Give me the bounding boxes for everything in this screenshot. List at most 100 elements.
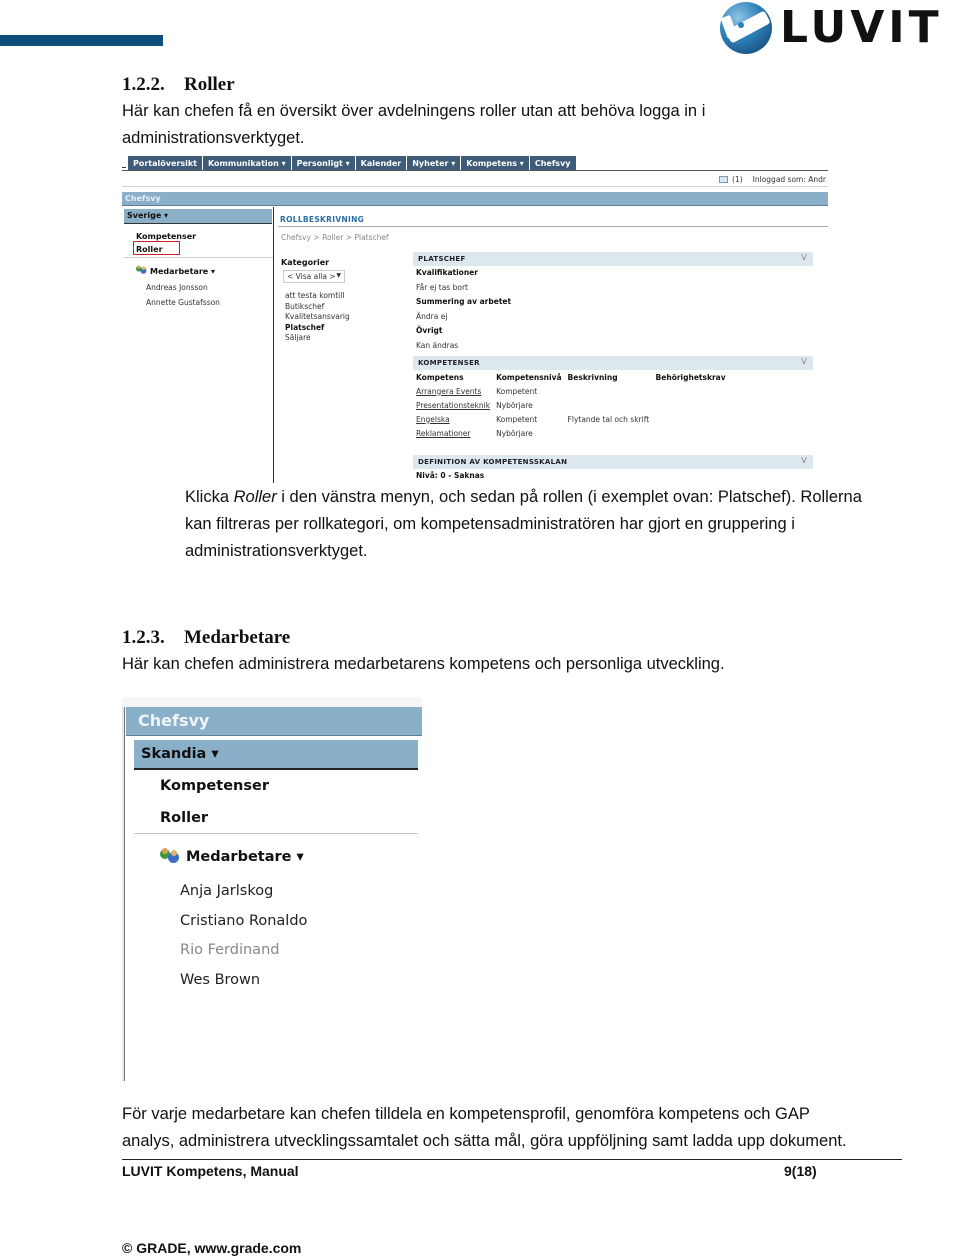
employee-link[interactable]: Andreas Jonsson: [146, 283, 208, 292]
breadcrumb: Chefsvy > Roller > Platschef: [281, 233, 389, 242]
rollbeskrivning-title: ROLLBESKRIVNING: [280, 215, 365, 224]
employees-label: Medarbetare ▾: [150, 266, 216, 276]
employee-link[interactable]: Anja Jarlskog: [180, 883, 273, 899]
employee-link[interactable]: Cristiano Ronaldo: [180, 913, 307, 929]
table-row: Arrangera Events Kompetent: [413, 384, 813, 398]
section-number: 1.2.3.: [122, 627, 165, 648]
chefsvy-header: Chefsvy: [122, 192, 828, 206]
role-item-active[interactable]: Platschef: [285, 323, 350, 334]
role-panel: PLATSCHEF V Kvalifikationer Får ej tas b…: [413, 252, 813, 353]
roller-intro-line1: Här kan chefen få en översikt över avdel…: [122, 102, 706, 120]
nav-tab-nyheter[interactable]: Nyheter ▾: [407, 156, 461, 171]
role-item[interactable]: Säljare: [285, 333, 350, 344]
menu-link-roller[interactable]: Roller: [136, 245, 163, 254]
field-label: Övrigt: [416, 326, 443, 335]
role-item[interactable]: Butikschef: [285, 302, 350, 313]
menu-link-kompetenser[interactable]: Kompetenser: [136, 232, 196, 241]
nav-tab-kalender[interactable]: Kalender: [355, 156, 407, 171]
collapse-icon[interactable]: V: [801, 357, 807, 366]
message-icon[interactable]: [719, 176, 729, 183]
employees-label: Medarbetare ▾: [186, 849, 304, 865]
requirement-cell: [653, 426, 813, 440]
menu-link-kompetenser[interactable]: Kompetenser: [160, 778, 269, 794]
description-cell: Flytande tal och skrift: [567, 414, 650, 424]
column-header: Kompetensnivå: [496, 372, 562, 382]
competence-link[interactable]: Arrangera Events: [416, 387, 481, 396]
section-title: Roller: [184, 74, 235, 95]
nav-tab-personligt[interactable]: Personligt ▾: [291, 156, 355, 171]
competence-link[interactable]: Presentationsteknik: [416, 401, 490, 410]
text: Klicka: [185, 488, 234, 506]
competence-panel: KOMPETENSER V Kompetens Kompetensnivå Be…: [413, 356, 813, 440]
level-cell: Nybörjare: [496, 428, 533, 438]
table-row: Engelska Kompetent Flytande tal och skri…: [413, 412, 813, 426]
column-header: Beskrivning: [567, 372, 618, 382]
table-row: Reklamationer Nybörjare: [413, 426, 813, 440]
nav-tab-chefsvy[interactable]: Chefsvy: [529, 156, 576, 171]
employees-dropdown[interactable]: Medarbetare ▾: [136, 265, 216, 276]
employees-dropdown[interactable]: Medarbetare ▾: [160, 848, 304, 865]
roller-instructions-line2: kan filtreras per rollkategori, om kompe…: [185, 515, 795, 533]
people-icon: [136, 265, 147, 274]
competence-panel-header[interactable]: KOMPETENSER V: [413, 356, 813, 370]
org-group-dropdown[interactable]: Sverige ▾: [124, 209, 272, 224]
message-count[interactable]: (1): [732, 175, 743, 184]
employee-link-inactive[interactable]: Rio Ferdinand: [180, 942, 279, 958]
field-value: Får ej tas bort: [416, 282, 468, 292]
role-panel-title: PLATSCHEF: [418, 255, 466, 263]
emphasis-roller: Roller: [233, 488, 277, 506]
level-cell: Kompetent: [496, 414, 538, 424]
requirement-cell: [653, 398, 813, 412]
menu-link-roller[interactable]: Roller: [160, 810, 208, 826]
description-cell: [565, 384, 653, 398]
collapse-icon[interactable]: V: [801, 253, 807, 262]
logo-text: LUVIT: [780, 2, 943, 53]
role-description-area: ROLLBESKRIVNING Chefsvy > Roller > Plats…: [275, 207, 828, 483]
level-cell: Kompetent: [496, 386, 538, 396]
header-accent-bar: [0, 35, 163, 46]
competence-link[interactable]: Engelska: [416, 415, 450, 424]
collapse-icon[interactable]: V: [801, 456, 807, 465]
role-panel-header[interactable]: PLATSCHEF V: [413, 252, 813, 266]
chevron-down-icon: ▼: [336, 272, 341, 279]
footer-doc-title: LUVIT Kompetens, Manual: [122, 1163, 299, 1179]
description-cell: [565, 426, 653, 440]
people-icon: [160, 848, 180, 865]
medarbetare-outro-line1: För varje medarbetare kan chefen tilldel…: [122, 1105, 810, 1123]
competence-table: Kompetens Kompetensnivå Beskrivning Behö…: [413, 370, 813, 440]
role-list: att testa komtill Butikschef Kvalitetsan…: [285, 291, 350, 344]
org-group-dropdown[interactable]: Skandia ▾: [134, 740, 418, 770]
role-item[interactable]: att testa komtill: [285, 291, 350, 302]
category-select[interactable]: < Visa alla > ▼: [283, 270, 345, 283]
nav-tab-kommunikation[interactable]: Kommunikation ▾: [203, 156, 291, 171]
scale-level: Nivå: 0 - Saknas: [416, 471, 485, 480]
employee-link[interactable]: Wes Brown: [180, 972, 260, 988]
requirement-cell: [653, 412, 813, 426]
competence-link[interactable]: Reklamationer: [416, 429, 470, 438]
category-select-value: < Visa alla >: [287, 272, 336, 281]
luvit-logo: LUVIT: [720, 2, 960, 54]
left-menu: Sverige ▾ Kompetenser Roller Medarbetare…: [122, 207, 274, 483]
categories-title: Kategorier: [281, 258, 330, 267]
section-title: Medarbetare: [184, 627, 291, 648]
column-header: Kompetens: [416, 372, 464, 382]
chefsvy-header: Chefsvy: [126, 707, 422, 736]
description-cell: [565, 398, 653, 412]
competence-panel-title: KOMPETENSER: [418, 359, 480, 367]
field-label: Summering av arbetet: [416, 297, 512, 306]
role-item[interactable]: Kvalitetsansvarig: [285, 312, 350, 323]
roller-intro-line2: administrationsverktyget.: [122, 129, 305, 147]
section-heading-roller: 1.2.2. Roller: [122, 74, 235, 96]
nav-tab-kompetens[interactable]: Kompetens ▾: [461, 156, 529, 171]
nav-tab-portaloversikt[interactable]: Portalöversikt: [128, 156, 202, 171]
main-nav: Portalöversikt Kommunikation ▾ Personlig…: [128, 156, 577, 171]
column-header: Behörighetskrav: [655, 372, 726, 382]
field-label: Kvalifikationer: [416, 268, 478, 277]
scale-panel-header[interactable]: DEFINITION AV KOMPETENSSKALAN V: [413, 455, 813, 469]
footer-divider: [122, 1159, 902, 1160]
employee-link[interactable]: Annette Gustafsson: [146, 298, 220, 307]
medarbetare-outro-line2: analys, administrera utvecklingssamtalet…: [122, 1132, 847, 1150]
requirement-cell: [653, 384, 813, 398]
status-bar: (1) Inloggad som: Andr: [719, 175, 826, 184]
medarbetare-intro: Här kan chefen administrera medarbetaren…: [122, 655, 725, 673]
